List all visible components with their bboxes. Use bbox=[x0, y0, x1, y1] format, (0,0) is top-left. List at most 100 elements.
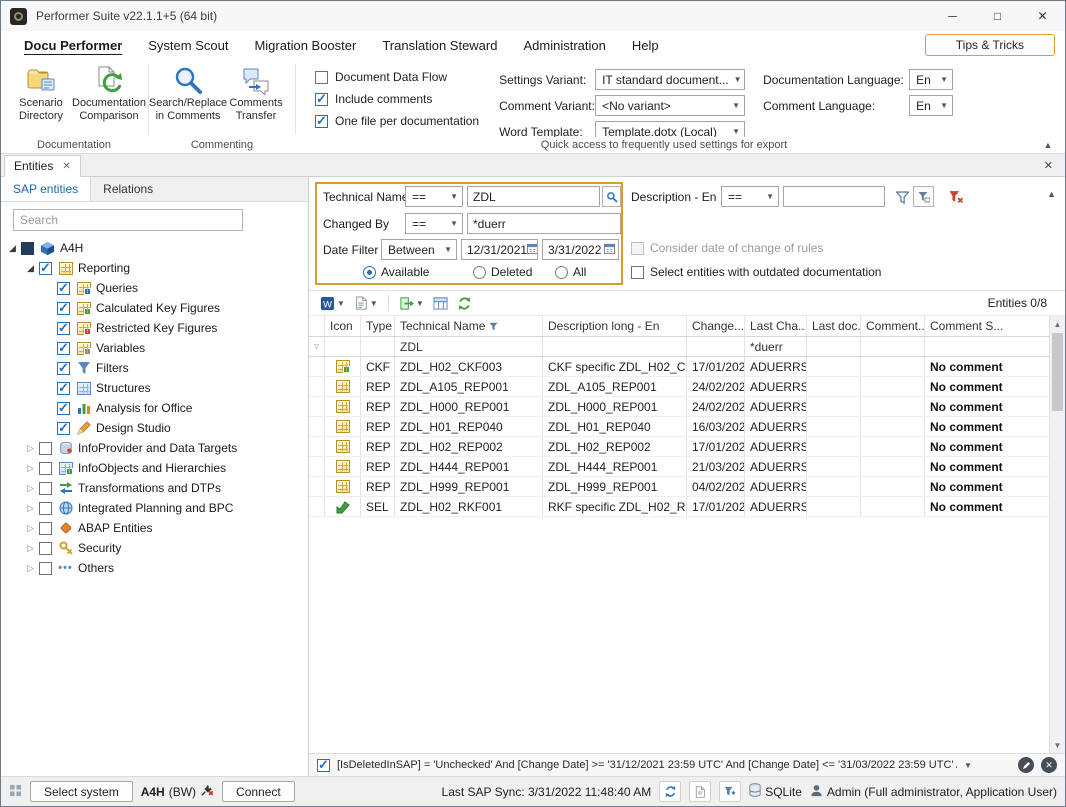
ribbon-tab-administration[interactable]: Administration bbox=[510, 33, 618, 58]
radio-all[interactable]: All bbox=[555, 265, 586, 279]
tree-item-calculated-key-figures[interactable]: Calculated Key Figures bbox=[1, 298, 308, 318]
expander-icon[interactable]: ▷ bbox=[23, 563, 38, 574]
table-row[interactable]: REP ZDL_H999_REP001 ZDL_H999_REP001 04/0… bbox=[309, 477, 1049, 497]
expander-icon[interactable]: ▷ bbox=[23, 483, 38, 494]
expander-icon[interactable]: ▷ bbox=[23, 503, 38, 514]
filter-cell-technical-name[interactable]: ZDL bbox=[395, 337, 543, 356]
table-row[interactable]: REP ZDL_H02_REP002 ZDL_H02_REP002 17/01/… bbox=[309, 437, 1049, 457]
tree-item-queries[interactable]: Queries bbox=[1, 278, 308, 298]
search-filter-button[interactable] bbox=[602, 186, 621, 207]
sync-refresh-button[interactable] bbox=[659, 781, 681, 802]
changed-by-operator-select[interactable]: == ▼ bbox=[405, 213, 463, 234]
word-export-button[interactable]: W ▼ bbox=[317, 294, 348, 313]
settings-variant-select[interactable]: IT standard document... ▼ bbox=[595, 69, 745, 90]
tree-checkbox[interactable] bbox=[57, 342, 70, 355]
search-input[interactable] bbox=[13, 209, 243, 231]
expander-icon[interactable]: ▷ bbox=[23, 443, 38, 454]
comments-transfer-button[interactable]: Comments Transfer bbox=[222, 62, 290, 136]
table-row[interactable]: SEL ZDL_H02_RKF001 RKF specific ZDL_H02_… bbox=[309, 497, 1049, 517]
close-tab-icon[interactable]: ✕ bbox=[62, 161, 70, 172]
expander-icon[interactable]: ▷ bbox=[23, 523, 38, 534]
scroll-up-icon[interactable]: ▲ bbox=[1050, 316, 1065, 332]
chevron-down-icon[interactable]: ▼ bbox=[964, 761, 972, 770]
tab-relations[interactable]: Relations bbox=[91, 177, 165, 201]
tab-sap-entities[interactable]: SAP entities bbox=[1, 177, 91, 201]
tree-item-analysis-for-office[interactable]: Analysis for Office bbox=[1, 398, 308, 418]
comment-language-select[interactable]: En ▼ bbox=[909, 95, 953, 116]
date-from-input[interactable]: 12/31/2021 bbox=[461, 239, 538, 260]
scroll-down-icon[interactable]: ▼ bbox=[1050, 737, 1065, 753]
filter-cell[interactable] bbox=[361, 337, 395, 356]
tree-item-filters[interactable]: Filters bbox=[1, 358, 308, 378]
comment-variant-select[interactable]: <No variant> ▼ bbox=[595, 95, 745, 116]
date-to-input[interactable]: 3/31/2022 bbox=[542, 239, 619, 260]
table-row[interactable]: REP ZDL_H01_REP040 ZDL_H01_REP040 16/03/… bbox=[309, 417, 1049, 437]
ribbon-tab-docu-performer[interactable]: Docu Performer bbox=[11, 33, 135, 58]
tree-item-reporting[interactable]: ◢ Reporting bbox=[1, 258, 308, 278]
filter-cell[interactable] bbox=[325, 337, 361, 356]
tree-checkbox[interactable] bbox=[57, 422, 70, 435]
tree-item-abap-entities[interactable]: ▷ ABAP Entities bbox=[1, 518, 308, 538]
vertical-scrollbar[interactable]: ▲ ▼ bbox=[1049, 316, 1065, 753]
ribbon-tab-help[interactable]: Help bbox=[619, 33, 672, 58]
clear-filter-button[interactable] bbox=[947, 187, 965, 206]
tree-item-variables[interactable]: Variables bbox=[1, 338, 308, 358]
filter-cell[interactable] bbox=[807, 337, 861, 356]
technical-name-operator-select[interactable]: == ▼ bbox=[405, 186, 463, 207]
tree-item-transformations[interactable]: ▷ Transformations and DTPs bbox=[1, 478, 308, 498]
collapse-ribbon-icon[interactable]: ▲ bbox=[1031, 140, 1065, 150]
close-button[interactable]: ✕ bbox=[1020, 1, 1065, 31]
grid-view-button[interactable] bbox=[430, 294, 451, 313]
tree-checkbox[interactable] bbox=[39, 462, 52, 475]
filter-cell[interactable] bbox=[687, 337, 745, 356]
tree-checkbox[interactable] bbox=[57, 302, 70, 315]
ribbon-tab-migration-booster[interactable]: Migration Booster bbox=[241, 33, 369, 58]
documentation-comparison-button[interactable]: Documentation Comparison bbox=[75, 62, 143, 136]
tree-item-structures[interactable]: Structures bbox=[1, 378, 308, 398]
description-input[interactable] bbox=[783, 186, 885, 207]
tree-checkbox[interactable] bbox=[57, 362, 70, 375]
outdated-documentation-option[interactable]: Select entities with outdated documentat… bbox=[631, 265, 881, 279]
radio-deleted[interactable]: Deleted bbox=[473, 265, 532, 279]
table-row[interactable]: REP ZDL_H000_REP001 ZDL_H000_REP001 24/0… bbox=[309, 397, 1049, 417]
description-operator-select[interactable]: == ▼ bbox=[721, 186, 779, 207]
edit-filter-button[interactable] bbox=[1018, 757, 1034, 773]
expander-icon[interactable]: ◢ bbox=[5, 243, 20, 254]
tree-checkbox[interactable] bbox=[39, 542, 52, 555]
tab-entities[interactable]: Entities ✕ bbox=[4, 155, 81, 177]
header-change-date[interactable]: Change... bbox=[687, 316, 745, 336]
radio-available[interactable]: Available bbox=[363, 265, 429, 279]
ribbon-tab-translation-steward[interactable]: Translation Steward bbox=[369, 33, 510, 58]
checkbox[interactable] bbox=[631, 266, 644, 279]
tree-checkbox[interactable] bbox=[21, 242, 34, 255]
header-comment-status[interactable]: Comment S... bbox=[925, 316, 1049, 336]
tree-checkbox[interactable] bbox=[39, 262, 52, 275]
scenario-directory-button[interactable]: Scenario Directory bbox=[7, 62, 75, 136]
tree-item-design-studio[interactable]: Design Studio bbox=[1, 418, 308, 438]
tree-checkbox[interactable] bbox=[39, 442, 52, 455]
close-filter-button[interactable]: ✕ bbox=[1041, 757, 1057, 773]
tree-checkbox[interactable] bbox=[57, 402, 70, 415]
table-row[interactable]: CKF ZDL_H02_CKF003 CKF specific ZDL_H02_… bbox=[309, 357, 1049, 377]
systems-grid-icon[interactable] bbox=[9, 784, 22, 800]
tree-item-restricted-key-figures[interactable]: Restricted Key Figures bbox=[1, 318, 308, 338]
select-system-button[interactable]: Select system bbox=[30, 781, 133, 802]
filter-cell-last-changed-by[interactable]: *duerr bbox=[745, 337, 807, 356]
search-replace-in-comments-button[interactable]: Search/Replace in Comments bbox=[154, 62, 222, 136]
header-type[interactable]: Type bbox=[361, 316, 395, 336]
technical-name-input[interactable] bbox=[467, 186, 600, 207]
tree-item-infoprovider[interactable]: ▷ InfoProvider and Data Targets bbox=[1, 438, 308, 458]
table-row[interactable]: REP ZDL_A105_REP001 ZDL_A105_REP001 24/0… bbox=[309, 377, 1049, 397]
calendar-icon[interactable] bbox=[604, 243, 615, 257]
tips-and-tricks-button[interactable]: Tips & Tricks bbox=[925, 34, 1055, 56]
expander-icon[interactable]: ▷ bbox=[23, 543, 38, 554]
table-row[interactable]: REP ZDL_H444_REP001 ZDL_H444_REP001 21/0… bbox=[309, 457, 1049, 477]
connect-button[interactable]: Connect bbox=[222, 781, 295, 802]
one-file-per-documentation-option[interactable]: One file per documentation bbox=[315, 114, 479, 128]
checkbox[interactable] bbox=[315, 71, 328, 84]
tree-checkbox[interactable] bbox=[39, 502, 52, 515]
maximize-button[interactable]: □ bbox=[975, 1, 1020, 31]
radio-icon[interactable] bbox=[473, 266, 486, 279]
tree-item-a4h[interactable]: ◢ A4H bbox=[1, 238, 308, 258]
scrollbar-thumb[interactable] bbox=[1052, 333, 1063, 411]
